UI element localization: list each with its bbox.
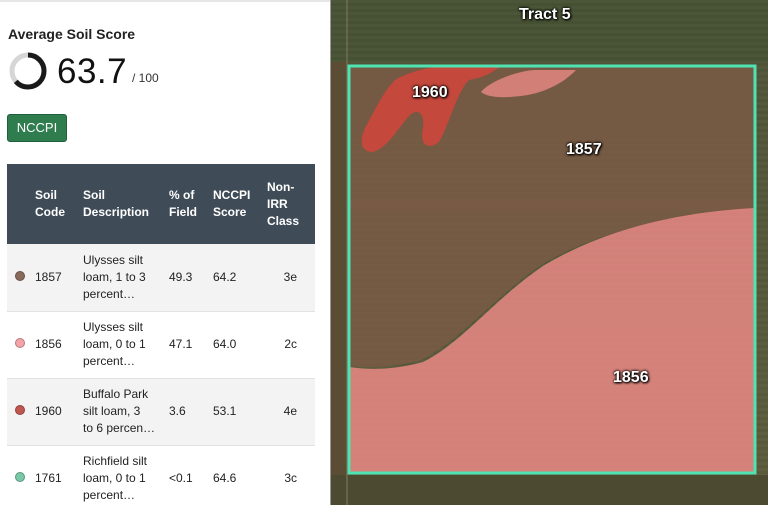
soil-code: 1761 [35,471,62,485]
table-row[interactable]: 1857 Ulysses silt loam, 1 to 3 percent… … [7,244,315,311]
soil-color-swatch [15,405,25,415]
table-header-row: Soil Code Soil Description % of Field NC… [7,164,315,244]
non-irr-class: 2c [284,337,297,351]
table-row[interactable]: 1856 Ulysses silt loam, 0 to 1 percent… … [7,311,315,378]
percent-of-field: <0.1 [169,471,193,485]
row-swatch-cell [7,244,33,311]
desc-line: percent… [83,354,136,368]
soil-color-swatch [15,338,25,348]
non-irr-class: 3e [283,269,297,284]
row-swatch-cell [7,445,33,505]
zone-label-1856: 1856 [613,369,649,386]
soil-code: 1856 [35,337,62,351]
soil-color-swatch [15,472,25,482]
panel-top-border [0,0,330,2]
nccpi-score: 64.0 [213,337,237,351]
desc-line: percent… [83,286,136,301]
header-line: Score [213,205,247,219]
soil-description: Ulysses silt loam, 0 to 1 percent… [81,311,167,378]
desc-line: to 6 percen… [83,421,156,435]
header-percent-of-field[interactable]: % of Field [167,164,211,244]
average-soil-score-title: Average Soil Score [8,26,136,42]
row-swatch-cell [7,378,33,445]
soil-description: Richfield silt loam, 0 to 1 percent… [81,445,167,505]
soil-code: 1960 [35,404,62,418]
header-line: Class [267,213,300,228]
table-row[interactable]: 1761 Richfield silt loam, 0 to 1 percent… [7,445,315,505]
nccpi-score: 53.1 [213,404,237,418]
soil-map[interactable]: Tract 5 1960 1857 1856 [331,0,768,505]
header-soil-description[interactable]: Soil Description [81,164,167,244]
header-color-swatch [7,164,33,244]
percent-of-field: 49.3 [169,269,193,284]
desc-line: Ulysses silt [83,252,144,267]
soil-panel: Average Soil Score 63.7 / 100 NCCPI Soil… [0,0,330,505]
header-line: Field [169,205,198,219]
desc-line: silt loam, 3 [83,404,141,418]
header-nccpi-score[interactable]: NCCPI Score [211,164,263,244]
soil-description: Ulysses silt loam, 1 to 3 percent… [81,244,167,311]
header-non-irr-class[interactable]: Non- IRR Class [263,164,315,244]
header-line: Non- [267,179,295,194]
percent-of-field: 3.6 [169,404,186,418]
percent-of-field: 47.1 [169,337,193,351]
header-line: % of [169,188,195,202]
header-line: Soil [35,188,58,202]
score-ring-gauge [9,52,47,90]
desc-line: percent… [83,488,136,502]
desc-line: Richfield silt [83,454,148,468]
header-line: Code [35,205,65,219]
header-line: NCCPI [213,188,251,202]
left-field-strip [331,62,347,475]
soil-description: Buffalo Park silt loam, 3 to 6 percen… [81,378,167,445]
zone-label-1857: 1857 [566,141,602,158]
header-line: IRR [267,196,288,211]
nccpi-button[interactable]: NCCPI [7,114,67,142]
desc-line: Buffalo Park [83,387,149,401]
desc-line: loam, 1 to 3 [83,269,146,284]
tract-label: Tract 5 [519,6,571,23]
desc-line: loam, 0 to 1 [83,337,146,351]
nccpi-score: 64.2 [213,269,237,284]
soil-code: 1857 [35,269,62,284]
desc-line: Ulysses silt [83,320,144,334]
header-line: Description [83,205,150,219]
row-swatch-cell [7,311,33,378]
bottom-field-strip [331,475,768,505]
soil-color-swatch [15,270,25,281]
average-soil-score-value: 63.7 [57,52,128,91]
nccpi-score: 64.6 [213,471,237,485]
score-max-label: / 100 [132,71,159,85]
table-row[interactable]: 1960 Buffalo Park silt loam, 3 to 6 perc… [7,378,315,445]
header-line: Soil [83,188,106,202]
non-irr-class: 4e [283,404,297,418]
header-soil-code[interactable]: Soil Code [33,164,81,244]
zone-label-1960: 1960 [412,84,448,101]
desc-line: loam, 0 to 1 [83,471,146,485]
non-irr-class: 3c [284,471,297,485]
map-canvas[interactable] [331,0,768,505]
soil-table: Soil Code Soil Description % of Field NC… [7,164,315,505]
